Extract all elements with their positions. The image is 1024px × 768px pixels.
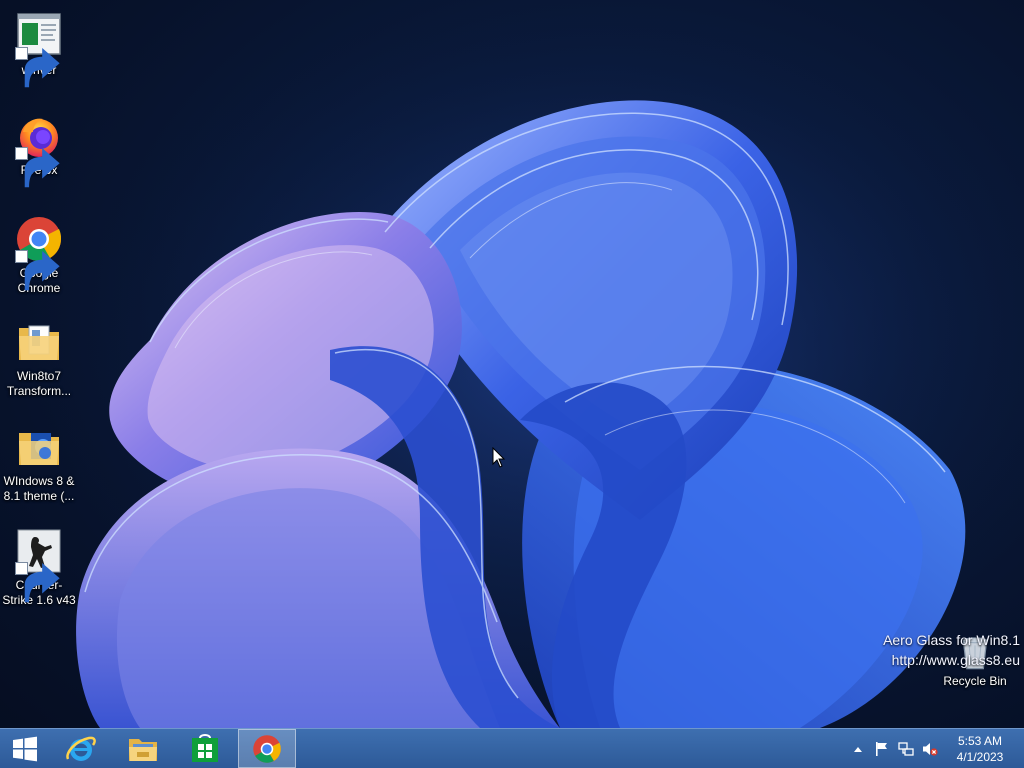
clock-date: 4/1/2023 xyxy=(956,750,1004,764)
aero-glass-watermark: Aero Glass for Win8.1 http://www.glass8.… xyxy=(883,630,1020,670)
start-button[interactable] xyxy=(0,729,50,768)
action-center-button[interactable] xyxy=(874,741,890,757)
show-hidden-icons-arrow-icon xyxy=(854,747,862,752)
internet-explorer-icon xyxy=(66,736,96,761)
desktop-icon-google-chrome[interactable]: Google Chrome xyxy=(0,215,78,296)
shortcut-arrow-icon xyxy=(15,147,60,188)
mouse-cursor-icon xyxy=(492,447,506,468)
desktop-icon-label: Win8to7 Transform... xyxy=(6,369,72,398)
desktop-icon-firefox[interactable]: Firefox xyxy=(0,112,78,188)
desktop-icon-win8to7-transform[interactable]: Win8to7 Transform... xyxy=(0,318,78,399)
taskbar-button-google-chrome[interactable] xyxy=(238,729,296,768)
volume-button[interactable] xyxy=(922,741,938,757)
shortcut-arrow-icon xyxy=(15,47,60,88)
taskbar-button-internet-explorer[interactable] xyxy=(52,729,110,768)
network-icon xyxy=(898,742,914,756)
file-explorer-icon xyxy=(129,738,157,761)
folder-icon xyxy=(19,325,59,360)
taskbar-button-file-explorer[interactable] xyxy=(114,729,172,768)
watermark-line-2: http://www.glass8.eu xyxy=(891,652,1020,668)
action-center-flag-icon xyxy=(876,742,887,756)
desktop-icon-label: WIndows 8 & 8.1 theme (... xyxy=(3,474,75,503)
shortcut-arrow-icon xyxy=(15,250,60,291)
store-icon xyxy=(192,733,218,762)
desktop-icon-label: Recycle Bin xyxy=(943,674,1007,688)
network-button[interactable] xyxy=(898,741,914,757)
bloom-wallpaper xyxy=(0,0,1024,728)
watermark-line-1: Aero Glass for Win8.1 xyxy=(883,632,1020,648)
taskbar-clock[interactable]: 5:53 AM 4/1/2023 xyxy=(946,733,1014,765)
windows-logo-icon xyxy=(13,736,37,761)
shortcut-arrow-icon xyxy=(15,562,60,603)
taskbar-button-store[interactable] xyxy=(176,729,234,768)
desktop-icon-windows-theme[interactable]: WIndows 8 & 8.1 theme (... xyxy=(0,423,78,504)
desktop[interactable]: winver Firefox xyxy=(0,0,1024,768)
show-hidden-icons-button[interactable] xyxy=(850,741,866,757)
taskbar: 5:53 AM 4/1/2023 xyxy=(0,728,1024,768)
volume-muted-icon xyxy=(923,743,938,756)
chrome-icon xyxy=(253,734,281,763)
clock-time: 5:53 AM xyxy=(957,734,1003,748)
desktop-icon-counter-strike[interactable]: Counter-Strike 1.6 v43 xyxy=(0,527,78,608)
folder-theme-icon xyxy=(19,433,59,465)
desktop-icon-winver[interactable]: winver xyxy=(0,12,78,88)
